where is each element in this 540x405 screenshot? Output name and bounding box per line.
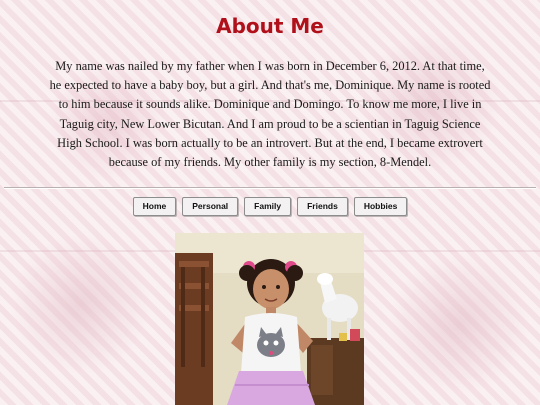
nav-button-personal[interactable]: Personal <box>182 197 239 216</box>
bio-paragraph: My name was nailed by my father when I w… <box>49 59 491 170</box>
main-nav: Home Personal Family Friends Hobbies <box>0 197 540 216</box>
nav-button-friends[interactable]: Friends <box>297 197 348 216</box>
page-title: About Me <box>216 14 324 38</box>
nav-button-hobbies[interactable]: Hobbies <box>353 197 408 216</box>
profile-photo <box>175 233 364 405</box>
section-divider <box>4 187 536 189</box>
nav-button-home[interactable]: Home <box>132 197 177 216</box>
nav-button-family[interactable]: Family <box>244 197 292 216</box>
child-photo-illustration <box>175 233 364 405</box>
